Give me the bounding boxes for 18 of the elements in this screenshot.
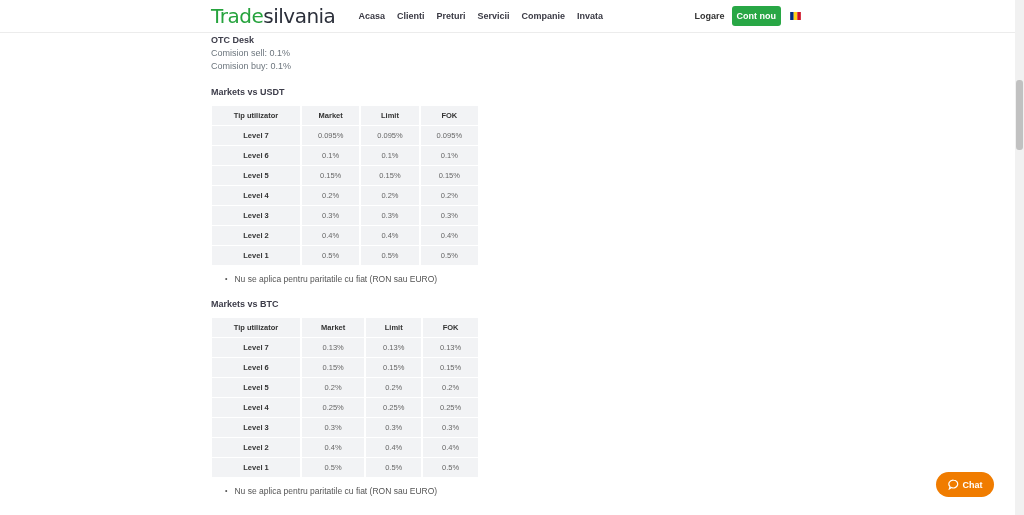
fee-text: Comision buy: 0.1% bbox=[211, 60, 293, 73]
fee-text: Comision sell: 0.1% bbox=[211, 47, 292, 60]
nav-link[interactable]: Preturi bbox=[436, 11, 466, 21]
section-heading: OTC Desk bbox=[211, 34, 255, 47]
nav-link[interactable]: Companie bbox=[521, 11, 565, 21]
logo[interactable]: Tradesilvania bbox=[211, 4, 336, 28]
note-text: Nu se aplica pentru paritatile cu fiat (RON sau EURO) bbox=[234, 485, 438, 497]
note-text: Nu se aplica pentru paritatile cu fiat (RON sau EURO) bbox=[234, 273, 438, 285]
section-heading: Markets vs USDT bbox=[211, 86, 286, 99]
nav-link[interactable]: Invata bbox=[577, 11, 603, 21]
nav-link[interactable]: Acasa bbox=[358, 11, 385, 21]
login-link[interactable]: Logare bbox=[694, 11, 725, 21]
nav-link[interactable]: Clienti bbox=[396, 11, 425, 21]
nav-link[interactable]: Servicii bbox=[477, 11, 510, 21]
section-heading: Markets vs BTC bbox=[211, 298, 280, 311]
chat-bubble-icon bbox=[947, 479, 959, 490]
flag-icon[interactable] bbox=[790, 12, 801, 20]
scrollbar[interactable] bbox=[1015, 0, 1024, 515]
